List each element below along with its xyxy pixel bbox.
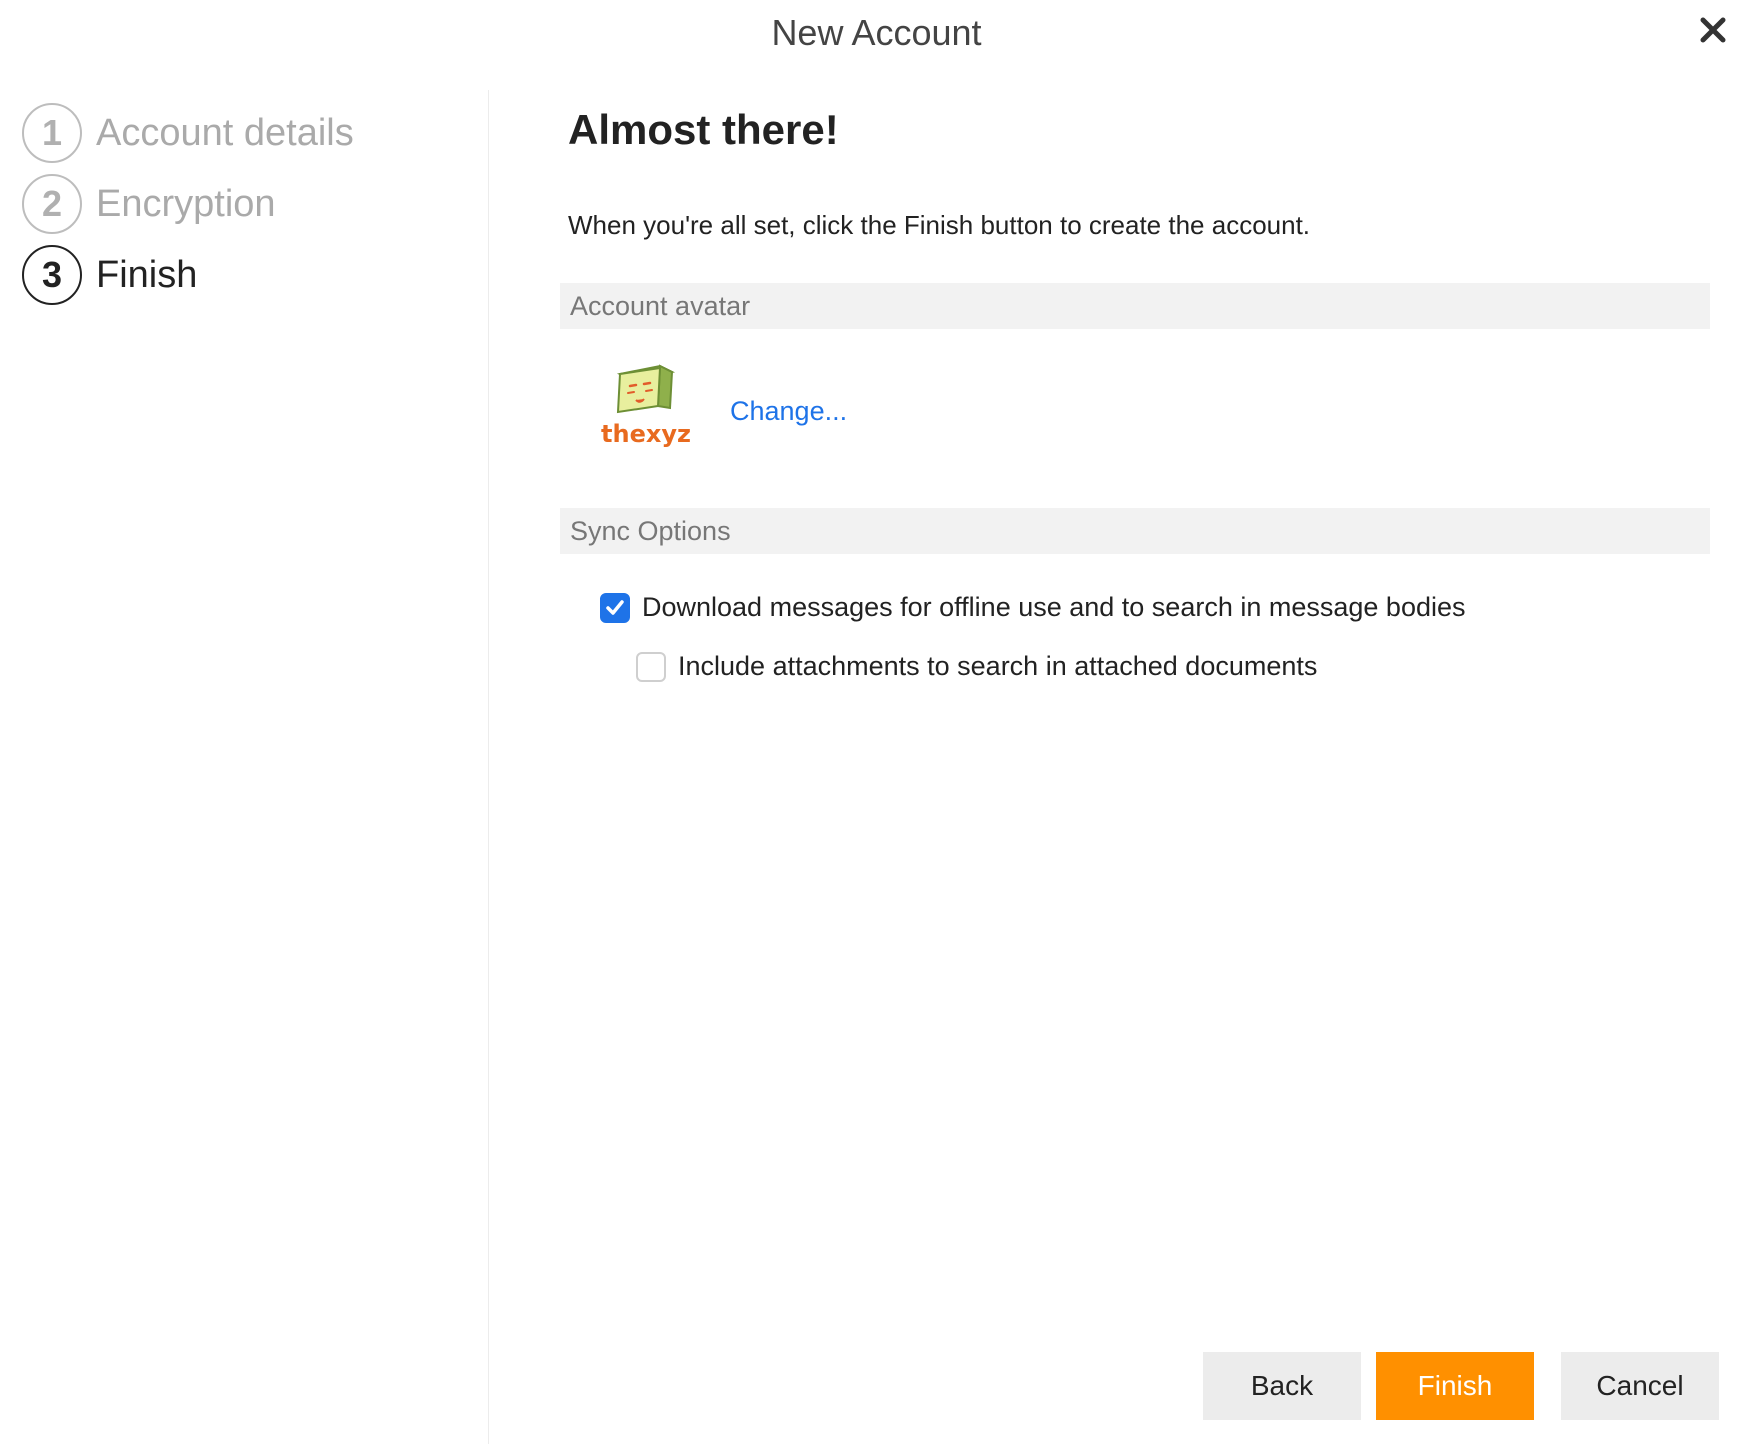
- back-button[interactable]: Back: [1203, 1352, 1361, 1420]
- step-finish: 3 Finish: [22, 242, 197, 308]
- step-account-details: 1 Account details: [22, 100, 354, 166]
- step-number: 1: [22, 103, 82, 163]
- instructions-text: When you're all set, click the Finish bu…: [568, 210, 1311, 240]
- finish-button[interactable]: Finish: [1376, 1352, 1534, 1420]
- new-account-dialog: New Account 1 Account details 2 Encrypti…: [0, 0, 1753, 1444]
- include-attachments-checkbox[interactable]: [636, 651, 666, 682]
- avatar-image: thexyz: [601, 364, 691, 448]
- step-label: Finish: [96, 253, 198, 296]
- checkmark-icon: [606, 599, 624, 615]
- account-avatar-header: Account avatar: [560, 283, 1710, 329]
- main-content: Almost there! When you're all set, click…: [560, 0, 1753, 1444]
- include-attachments-label: Include attachments to search in attache…: [678, 651, 1318, 681]
- include-attachments-option[interactable]: Include attachments to search in attache…: [636, 651, 1317, 682]
- download-messages-checkbox[interactable]: [600, 592, 630, 623]
- step-number: 2: [22, 174, 82, 234]
- sync-options-header: Sync Options: [560, 508, 1710, 554]
- steps-sidebar: 1 Account details 2 Encryption 3 Finish: [0, 90, 489, 1444]
- download-messages-label: Download messages for offline use and to…: [642, 592, 1466, 622]
- step-number: 3: [22, 245, 82, 305]
- avatar: thexyz: [598, 360, 694, 456]
- step-encryption: 2 Encryption: [22, 171, 276, 237]
- download-messages-option[interactable]: Download messages for offline use and to…: [600, 592, 1466, 623]
- cancel-button[interactable]: Cancel: [1561, 1352, 1719, 1420]
- svg-text:thexyz: thexyz: [601, 420, 691, 448]
- change-avatar-link[interactable]: Change...: [730, 396, 847, 427]
- step-label: Account details: [96, 111, 354, 154]
- page-heading: Almost there!: [568, 106, 839, 153]
- step-label: Encryption: [96, 182, 276, 225]
